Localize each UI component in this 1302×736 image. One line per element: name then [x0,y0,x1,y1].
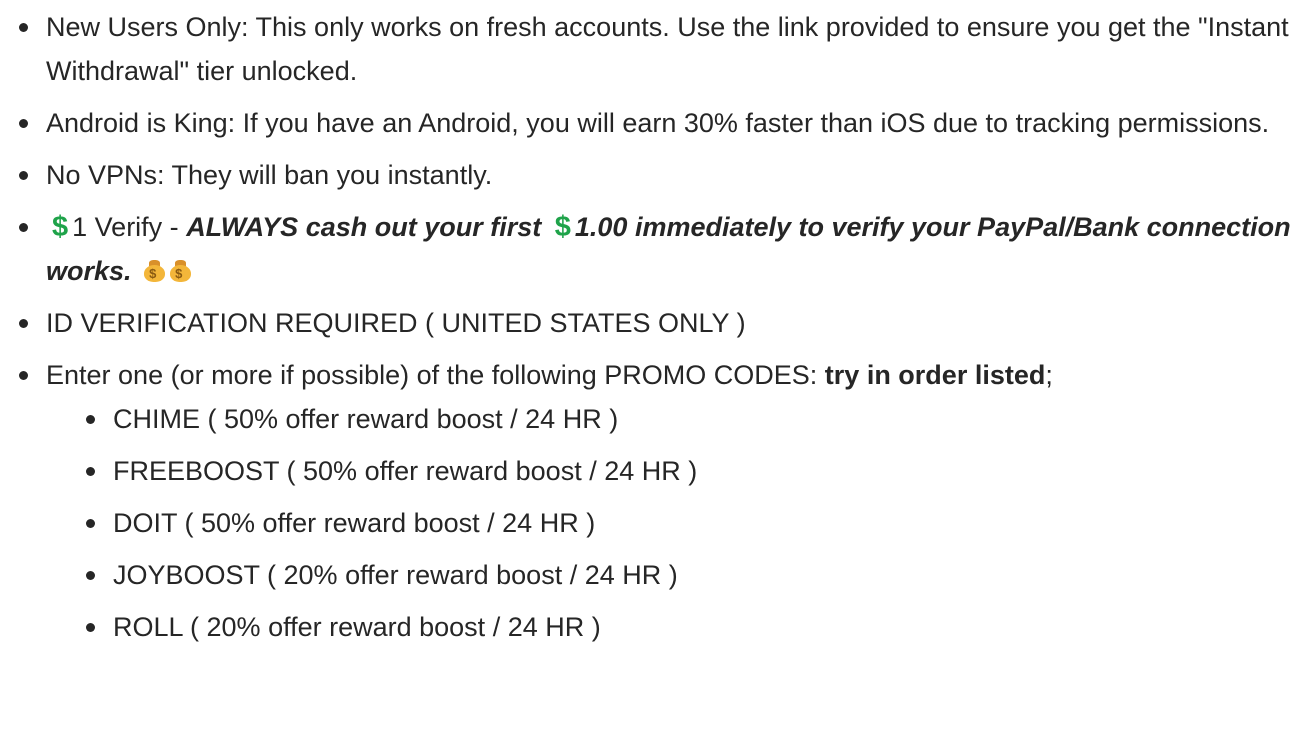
list-item-text: Enter one (or more if possible) of the f… [46,360,825,390]
money-bag-icon: $ [143,258,166,282]
list-item-promo-codes: Enter one (or more if possible) of the f… [19,353,1302,649]
document-content: New Users Only: This only works on fresh… [0,0,1302,736]
promo-code-item: DOIT ( 50% offer reward boost / 24 HR ) [86,501,1302,545]
promo-code-item: JOYBOOST ( 20% offer reward boost / 24 H… [86,553,1302,597]
list-item-text: Android is King: If you have an Android,… [46,108,1270,138]
list-item: No VPNs: They will ban you instantly. [19,153,1302,197]
bullet-list: New Users Only: This only works on fresh… [0,5,1302,649]
emphasis-text: ALWAYS cash out your first [186,212,549,242]
promo-code-item: FREEBOOST ( 50% offer reward boost / 24 … [86,449,1302,493]
list-item-text: New Users Only: This only works on fresh… [46,12,1289,86]
dollar-icon: $ [554,211,571,243]
promo-code-item: ROLL ( 20% offer reward boost / 24 HR ) [86,605,1302,649]
list-item-text: ID VERIFICATION REQUIRED ( UNITED STATES… [46,308,746,338]
emphasis-text: try in order listed [824,360,1046,390]
dollar-icon: $ [52,211,69,243]
list-item-text: ; [1045,360,1053,390]
list-item-text: No VPNs: They will ban you instantly. [46,160,493,190]
list-item: ID VERIFICATION REQUIRED ( UNITED STATES… [19,301,1302,345]
list-item-text: 1 Verify - [72,212,187,242]
list-item: New Users Only: This only works on fresh… [19,5,1302,93]
promo-code-item: CHIME ( 50% offer reward boost / 24 HR ) [86,397,1302,441]
money-bag-icon: $ [169,258,192,282]
list-item-verify: $1 Verify - ALWAYS cash out your first $… [19,205,1302,293]
promo-code-list: CHIME ( 50% offer reward boost / 24 HR )… [46,397,1302,649]
list-item: Android is King: If you have an Android,… [19,101,1302,145]
